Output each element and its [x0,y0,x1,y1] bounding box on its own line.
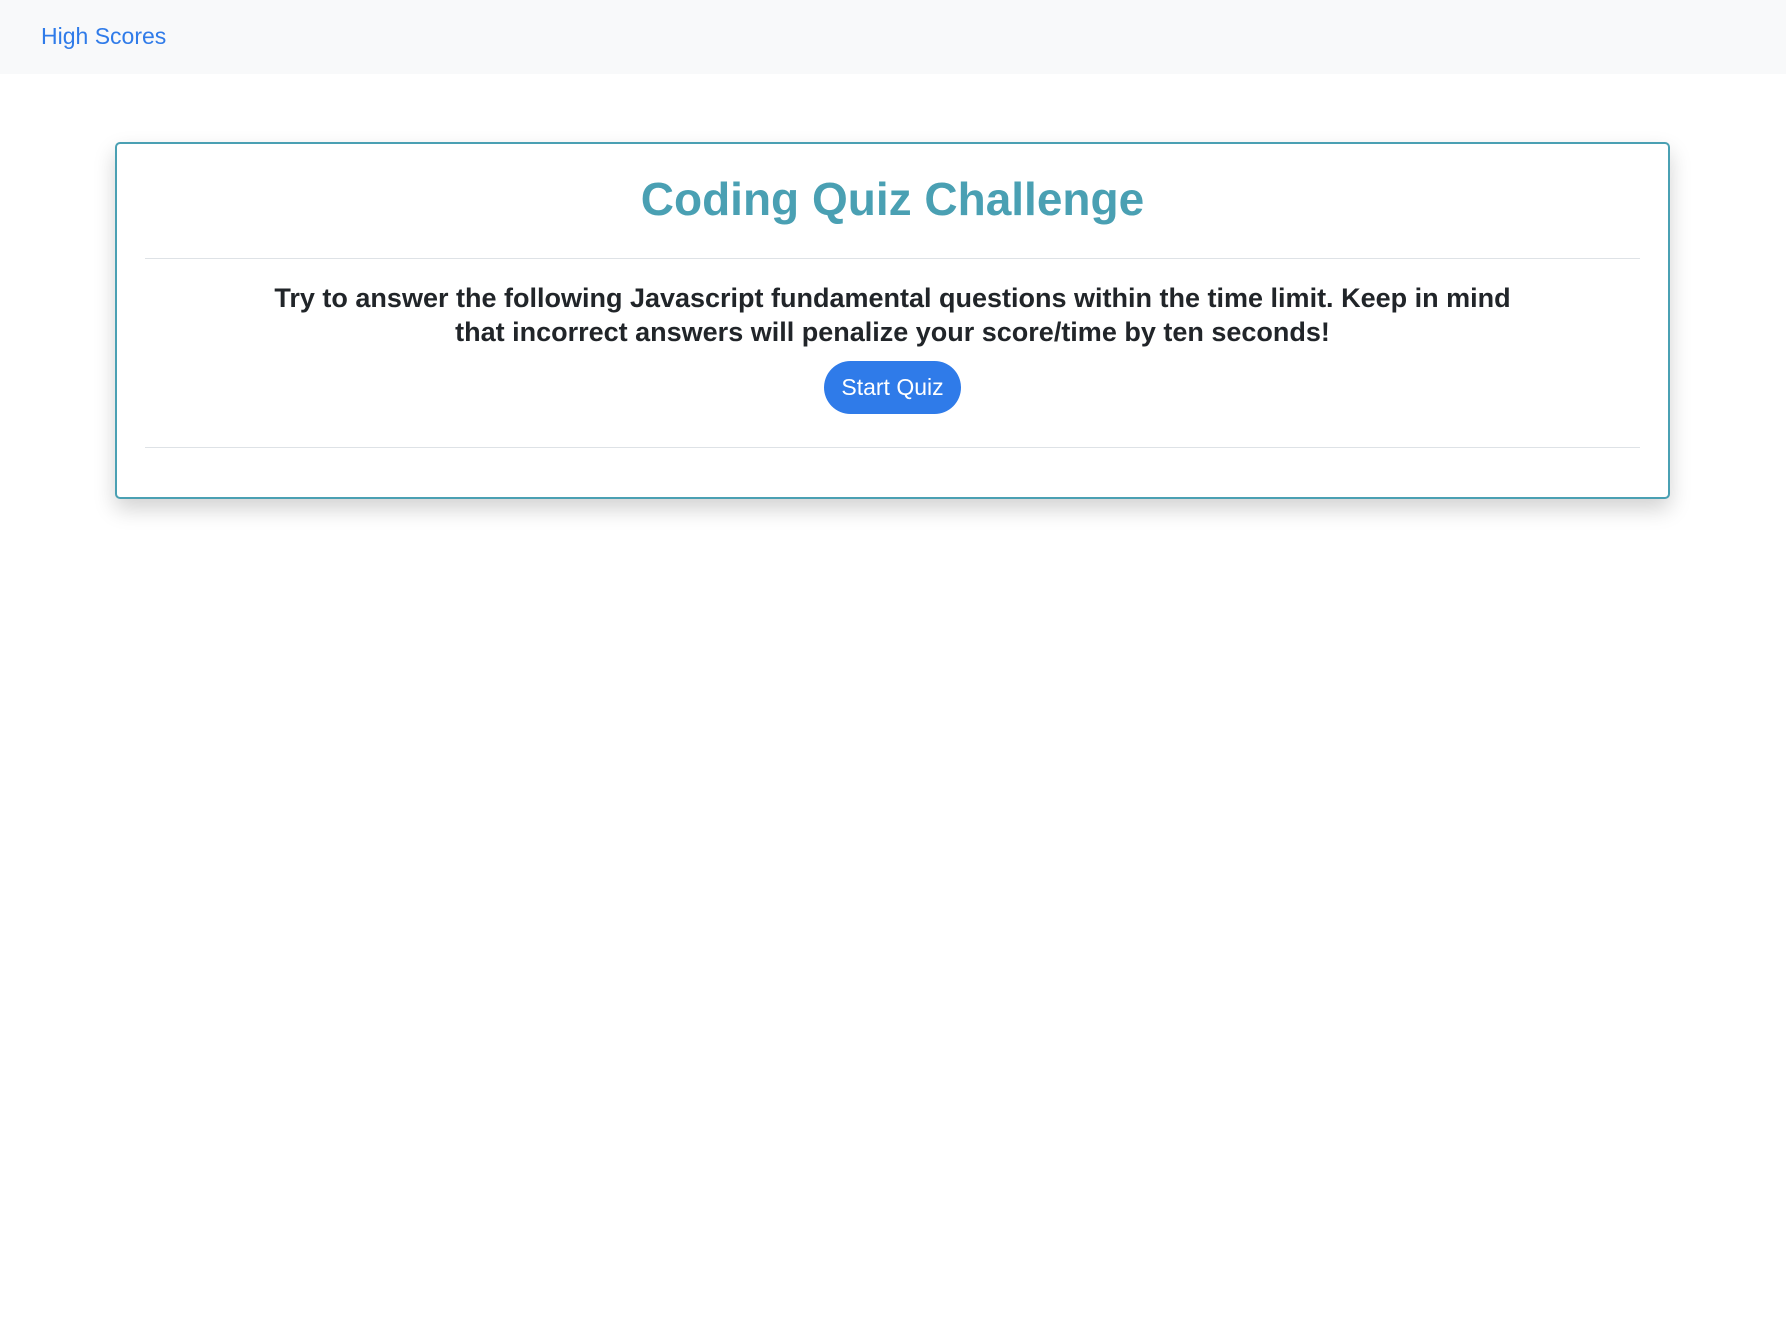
footer-divider [145,447,1640,448]
top-navbar: High Scores [0,0,1786,74]
high-scores-link[interactable]: High Scores [41,24,166,48]
title-divider [145,258,1640,259]
quiz-description: Try to answer the following Javascript f… [117,281,1668,349]
quiz-description-line-1: Try to answer the following Javascript f… [274,283,1511,313]
quiz-card: Coding Quiz Challenge Try to answer the … [115,142,1670,499]
start-quiz-button[interactable]: Start Quiz [824,361,961,414]
page-title: Coding Quiz Challenge [640,173,1145,225]
quiz-description-line-2: that incorrect answers will penalize you… [455,317,1330,347]
